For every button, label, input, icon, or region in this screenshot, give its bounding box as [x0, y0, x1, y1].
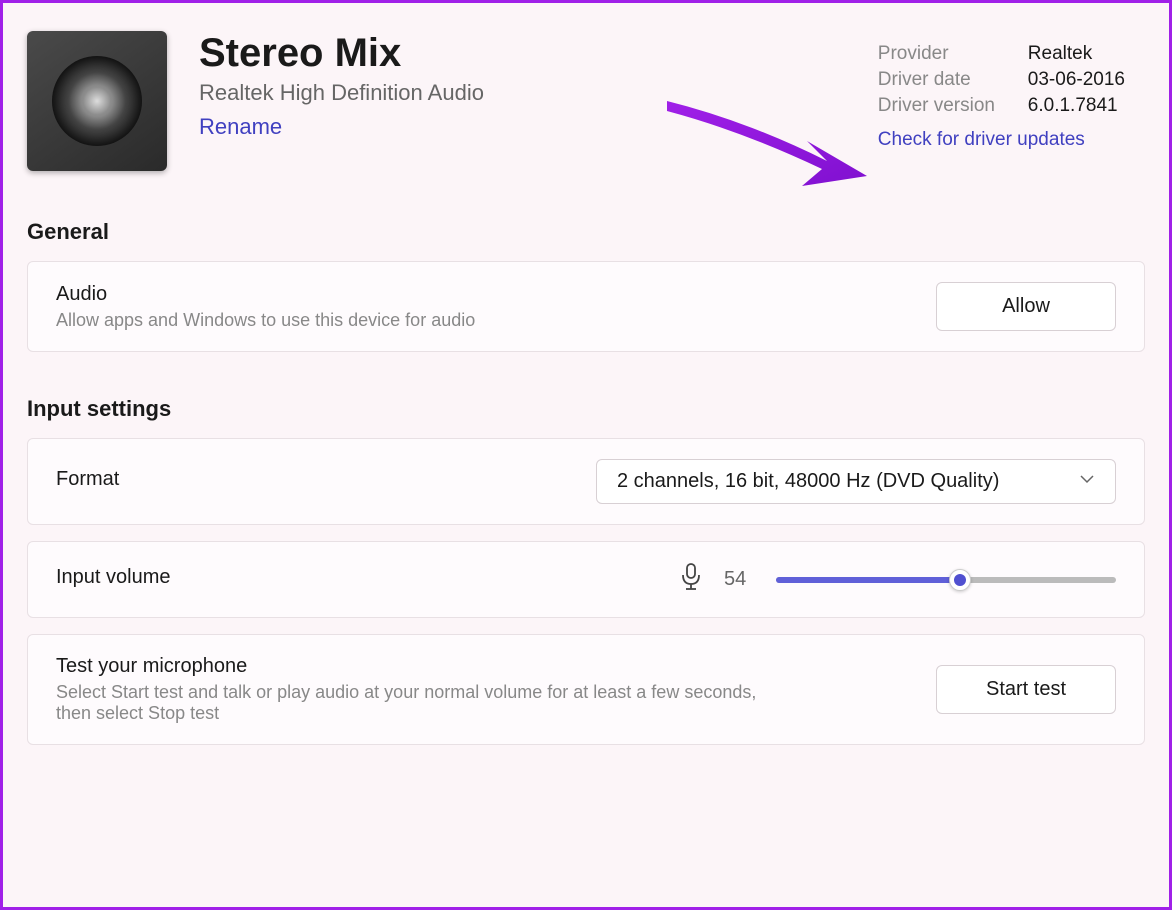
test-mic-desc: Select Start test and talk or play audio…	[56, 682, 796, 724]
volume-value: 54	[724, 568, 756, 591]
provider-value: Realtek	[1028, 43, 1092, 65]
check-driver-updates-link[interactable]: Check for driver updates	[878, 129, 1085, 151]
format-label: Format	[56, 468, 119, 491]
driver-version-label: Driver version	[878, 95, 1028, 117]
audio-card-desc: Allow apps and Windows to use this devic…	[56, 310, 475, 331]
format-value: 2 channels, 16 bit, 48000 Hz (DVD Qualit…	[617, 470, 999, 493]
chevron-down-icon	[1079, 470, 1095, 493]
start-test-button[interactable]: Start test	[936, 665, 1116, 714]
driver-date-label: Driver date	[878, 69, 1028, 91]
allow-button[interactable]: Allow	[936, 282, 1116, 331]
format-card: Format 2 channels, 16 bit, 48000 Hz (DVD…	[27, 438, 1145, 525]
input-volume-card: Input volume 54	[27, 541, 1145, 618]
microphone-icon	[678, 562, 704, 597]
driver-version-value: 6.0.1.7841	[1028, 95, 1118, 117]
rename-link[interactable]: Rename	[199, 114, 282, 140]
input-settings-section-title: Input settings	[27, 396, 1145, 422]
slider-thumb[interactable]	[949, 569, 971, 591]
format-select[interactable]: 2 channels, 16 bit, 48000 Hz (DVD Qualit…	[596, 459, 1116, 504]
audio-card-title: Audio	[56, 283, 475, 306]
device-speaker-icon	[27, 31, 167, 171]
test-mic-title: Test your microphone	[56, 655, 796, 678]
volume-slider[interactable]	[776, 570, 1116, 590]
general-section-title: General	[27, 219, 1145, 245]
test-microphone-card: Test your microphone Select Start test a…	[27, 634, 1145, 745]
input-volume-label: Input volume	[56, 566, 171, 589]
driver-info-panel: Provider Realtek Driver date 03-06-2016 …	[878, 43, 1125, 151]
driver-date-value: 03-06-2016	[1028, 69, 1125, 91]
audio-card: Audio Allow apps and Windows to use this…	[27, 261, 1145, 352]
provider-label: Provider	[878, 43, 1028, 65]
